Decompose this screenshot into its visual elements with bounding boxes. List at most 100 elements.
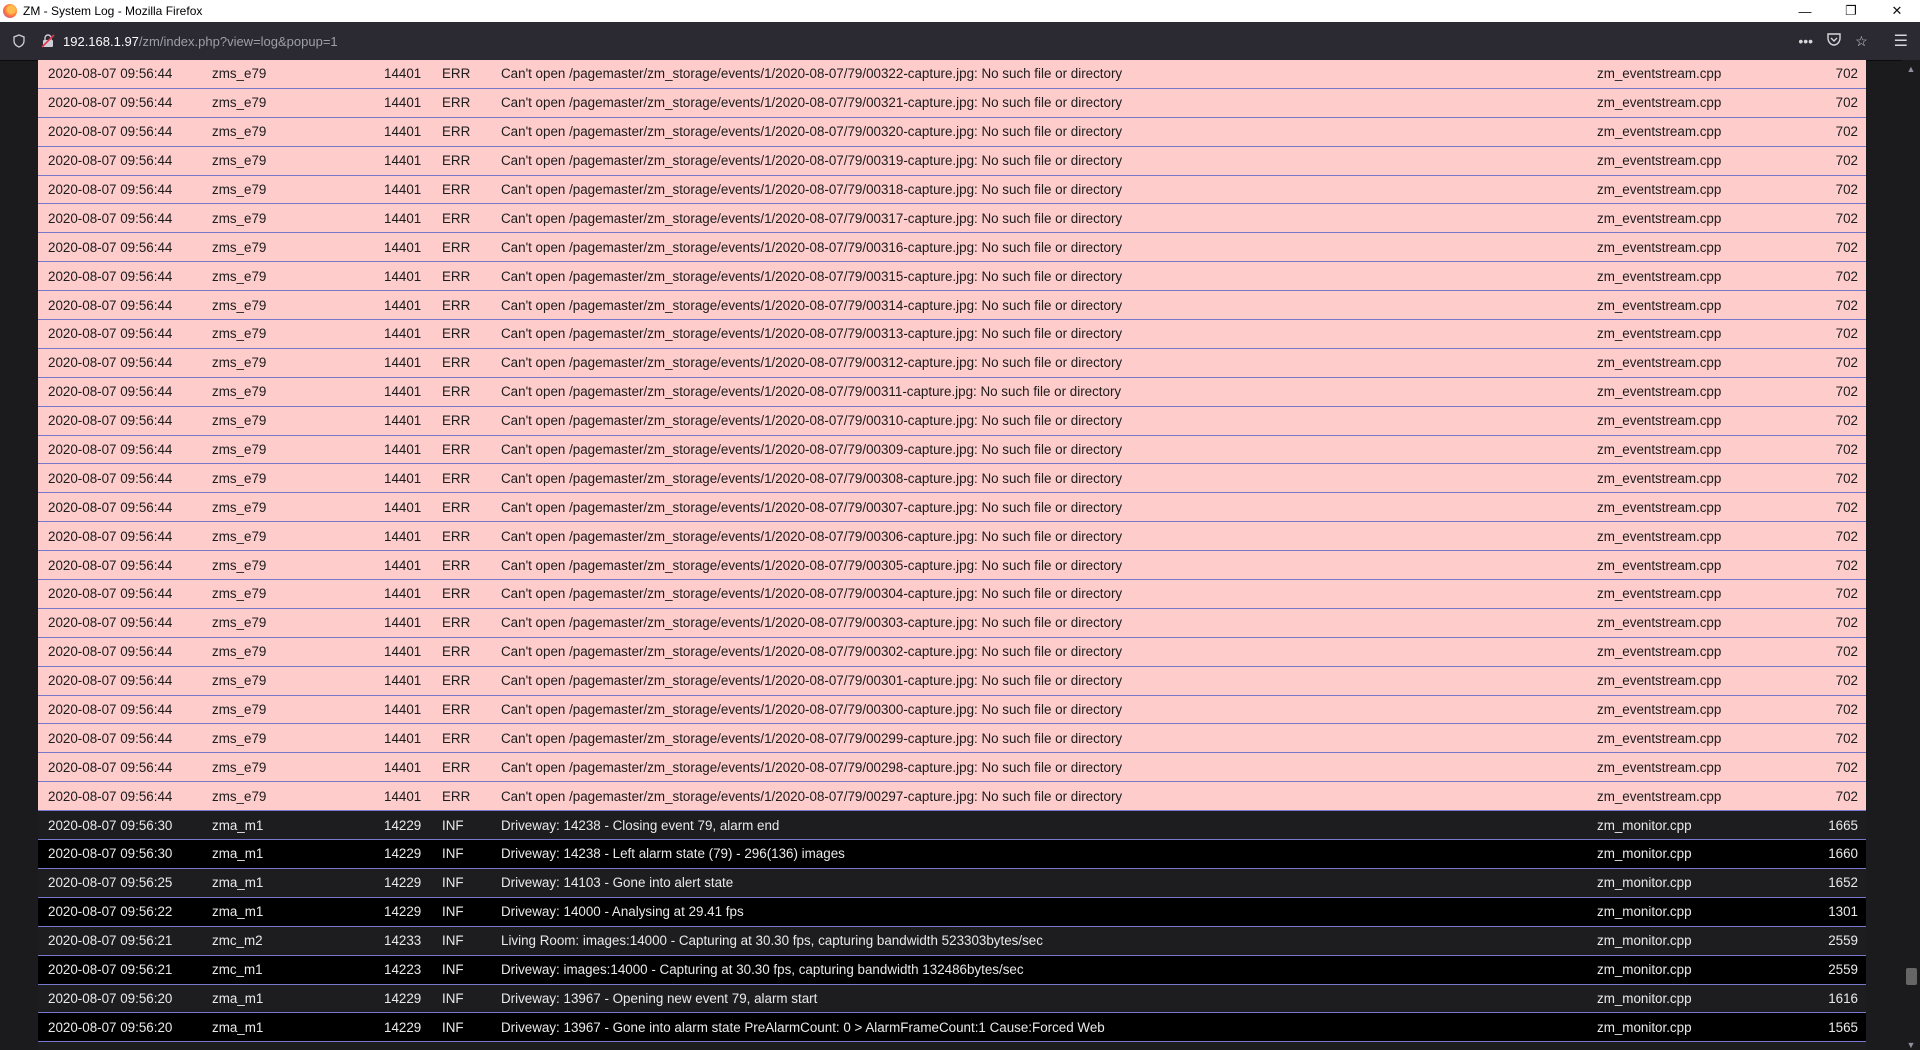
scrollbar-thumb[interactable] — [1906, 968, 1917, 985]
table-row[interactable]: 2020-08-07 09:56:44 zms_e79 14401 ERR Can't … — [38, 463, 1866, 494]
log-component-cell: zms_e79 — [202, 60, 374, 89]
log-file-cell: zm_eventstream.cpp — [1587, 117, 1799, 147]
table-row[interactable]: 2020-08-07 09:56:44 zms_e79 14401 ERR Can't … — [38, 637, 1866, 667]
log-date-cell: 2020-08-07 09:56:44 — [38, 608, 202, 638]
log-pid-cell: 14401 — [374, 608, 432, 638]
close-button[interactable]: ✕ — [1874, 0, 1920, 22]
table-row[interactable]: 2020-08-07 09:56:44 zms_e79 14401 ERR Can't … — [38, 261, 1866, 292]
table-row[interactable]: 2020-08-07 09:56:44 zms_e79 14401 ERR Can't … — [38, 232, 1866, 263]
log-pid-cell: 14401 — [374, 319, 432, 349]
table-row[interactable]: 2020-08-07 09:56:25 zma_m1 14229 INF Drivewa… — [38, 868, 1866, 898]
table-row[interactable]: 2020-08-07 09:56:44 zms_e79 14401 ERR Can't … — [38, 723, 1866, 754]
log-file-cell: zm_eventstream.cpp — [1587, 290, 1799, 321]
restore-button[interactable]: ❐ — [1828, 0, 1874, 22]
log-message-cell: Can't open /pagemaster/zm_storage/events… — [491, 435, 1587, 465]
log-line-cell: 702 — [1799, 521, 1866, 552]
table-row[interactable]: 2020-08-07 09:56:44 zms_e79 14401 ERR Can't … — [38, 319, 1866, 349]
log-component-cell: zma_m1 — [202, 810, 374, 841]
log-pid-cell: 14401 — [374, 88, 432, 118]
log-date-cell: 2020-08-07 09:56:44 — [38, 319, 202, 349]
log-pid-cell: 14229 — [374, 868, 432, 898]
log-pid-cell: 14401 — [374, 117, 432, 147]
log-level-cell: ERR — [432, 232, 491, 263]
log-file-cell: zm_eventstream.cpp — [1587, 435, 1799, 465]
log-line-cell: 1301 — [1799, 1041, 1866, 1050]
url-input[interactable]: 192.168.1.97/zm/index.php?view=log&popup… — [63, 34, 1798, 49]
log-file-cell: zm_monitor.cpp — [1587, 868, 1799, 898]
log-component-cell: zmc_m2 — [202, 926, 374, 956]
hamburger-menu-icon[interactable]: ☰ — [1894, 31, 1908, 51]
table-row[interactable]: 2020-08-07 09:56:30 zma_m1 14229 INF Drivewa… — [38, 839, 1866, 869]
table-row[interactable]: 2020-08-07 09:56:44 zms_e79 14401 ERR Can't … — [38, 60, 1866, 89]
table-row[interactable]: 2020-08-07 09:56:22 zma_m1 14229 INF Drivewa… — [38, 897, 1866, 927]
minimize-button[interactable]: — — [1782, 0, 1828, 22]
log-line-cell: 702 — [1799, 637, 1866, 667]
log-component-cell: zms_e79 — [202, 232, 374, 263]
table-row[interactable]: 2020-08-07 09:56:44 zms_e79 14401 ERR Can't … — [38, 579, 1866, 609]
scroll-down-arrow-icon[interactable]: ▼ — [1906, 1040, 1916, 1050]
log-table-container[interactable]: 2020-08-07 09:56:44 zms_e79 14401 ERR Can't … — [38, 60, 1866, 1050]
log-file-cell: zm_eventstream.cpp — [1587, 752, 1799, 783]
table-row[interactable]: 2020-08-07 09:56:44 zms_e79 14401 ERR Can't … — [38, 290, 1866, 321]
table-row[interactable]: 2020-08-07 09:56:44 zms_e79 14401 ERR Can't … — [38, 550, 1866, 581]
table-row[interactable]: 2020-08-07 09:56:21 zmc_m2 14233 INF Living … — [38, 926, 1866, 956]
pocket-icon[interactable] — [1827, 33, 1841, 49]
table-row[interactable]: 2020-08-07 09:56:44 zms_e79 14401 ERR Can't … — [38, 608, 1866, 638]
log-date-cell: 2020-08-07 09:56:44 — [38, 117, 202, 147]
log-date-cell: 2020-08-07 09:56:44 — [38, 348, 202, 378]
table-row[interactable]: 2020-08-07 09:56:44 zms_e79 14401 ERR Can't … — [38, 695, 1866, 725]
table-row[interactable]: 2020-08-07 09:56:30 zma_m1 14229 INF Drivewa… — [38, 810, 1866, 841]
table-row[interactable]: 2020-08-07 09:56:44 zms_e79 14401 ERR Can't … — [38, 203, 1866, 234]
log-message-cell: Can't open /pagemaster/zm_storage/events… — [491, 175, 1587, 205]
table-row[interactable]: 2020-08-07 09:56:44 zms_e79 14401 ERR Can't … — [38, 781, 1866, 812]
log-level-cell: ERR — [432, 88, 491, 118]
log-file-cell: zm_monitor.cpp — [1587, 1012, 1799, 1043]
table-row[interactable]: 2020-08-07 09:56:44 zms_e79 14401 ERR Can't … — [38, 88, 1866, 118]
table-row[interactable]: 2020-08-07 09:56:44 zms_e79 14401 ERR Can't … — [38, 175, 1866, 205]
log-component-cell: zms_e79 — [202, 348, 374, 378]
log-file-cell: zm_eventstream.cpp — [1587, 232, 1799, 263]
log-pid-cell: 14401 — [374, 463, 432, 494]
table-row[interactable]: 2020-08-07 09:56:44 zms_e79 14401 ERR Can't … — [38, 117, 1866, 147]
table-row[interactable]: 2020-08-07 09:56:44 zms_e79 14401 ERR Can't … — [38, 377, 1866, 407]
log-pid-cell: 14401 — [374, 146, 432, 176]
shield-icon[interactable] — [13, 34, 27, 48]
table-row[interactable]: 2020-08-07 09:56:44 zms_e79 14401 ERR Can't … — [38, 435, 1866, 465]
log-pid-cell: 14401 — [374, 348, 432, 378]
log-level-cell: ERR — [432, 666, 491, 696]
table-row[interactable]: 2020-08-07 09:56:44 zms_e79 14401 ERR Can't … — [38, 666, 1866, 696]
table-row[interactable]: 2020-08-07 09:56:20 zma_m1 14229 INF Drivewa… — [38, 984, 1866, 1014]
vertical-scrollbar[interactable]: ▲ ▼ — [1902, 60, 1920, 1050]
scroll-up-arrow-icon[interactable]: ▲ — [1906, 64, 1916, 74]
log-component-cell: zms_e79 — [202, 406, 374, 436]
log-file-cell: zm_monitor.cpp — [1587, 926, 1799, 956]
log-message-cell: Can't open /pagemaster/zm_storage/events… — [491, 666, 1587, 696]
table-row[interactable]: 2020-08-07 09:56:20 zma_m1 14229 INF Drivewa… — [38, 1012, 1866, 1043]
log-message-cell: Can't open /pagemaster/zm_storage/events… — [491, 781, 1587, 812]
table-row[interactable]: 2020-08-07 09:56:44 zms_e79 14401 ERR Can't … — [38, 146, 1866, 176]
log-line-cell: 702 — [1799, 666, 1866, 696]
table-row[interactable]: 2020-08-07 09:56:44 zms_e79 14401 ERR Can't … — [38, 752, 1866, 783]
table-row[interactable]: 2020-08-07 09:56:44 zms_e79 14401 ERR Can't … — [38, 406, 1866, 436]
table-row[interactable]: 2020-08-07 09:56:44 zms_e79 14401 ERR Can't … — [38, 521, 1866, 552]
log-date-cell: 2020-08-07 09:56:30 — [38, 839, 202, 869]
log-file-cell: zm_eventstream.cpp — [1587, 463, 1799, 494]
log-message-cell: Can't open /pagemaster/zm_storage/events… — [491, 637, 1587, 667]
log-message-cell: Can't open /pagemaster/zm_storage/events… — [491, 88, 1587, 118]
bookmark-star-icon[interactable]: ☆ — [1855, 33, 1868, 50]
insecure-lock-icon[interactable] — [41, 34, 55, 48]
log-pid-cell: 14401 — [374, 695, 432, 725]
more-icon[interactable]: ••• — [1798, 33, 1813, 49]
log-date-cell: 2020-08-07 09:56:44 — [38, 290, 202, 321]
table-row[interactable]: 2020-08-07 09:56:44 zms_e79 14401 ERR Can't … — [38, 348, 1866, 378]
log-level-cell: ERR — [432, 146, 491, 176]
log-component-cell: zms_e79 — [202, 290, 374, 321]
log-date-cell: 2020-08-07 09:56:20 — [38, 1012, 202, 1043]
table-row[interactable]: 2020-08-07 09:56:21 zmc_m1 14223 INF Drivewa… — [38, 955, 1866, 985]
log-message-cell: Can't open /pagemaster/zm_storage/events… — [491, 695, 1587, 725]
table-row[interactable]: 2020-08-07 09:56:44 zms_e79 14401 ERR Can't … — [38, 492, 1866, 523]
log-level-cell: ERR — [432, 723, 491, 754]
log-level-cell: ERR — [432, 435, 491, 465]
log-file-cell: zm_eventstream.cpp — [1587, 723, 1799, 754]
table-row[interactable]: 2020-08-07 09:56:18zma_m114229INFDrivewa… — [38, 1041, 1866, 1050]
